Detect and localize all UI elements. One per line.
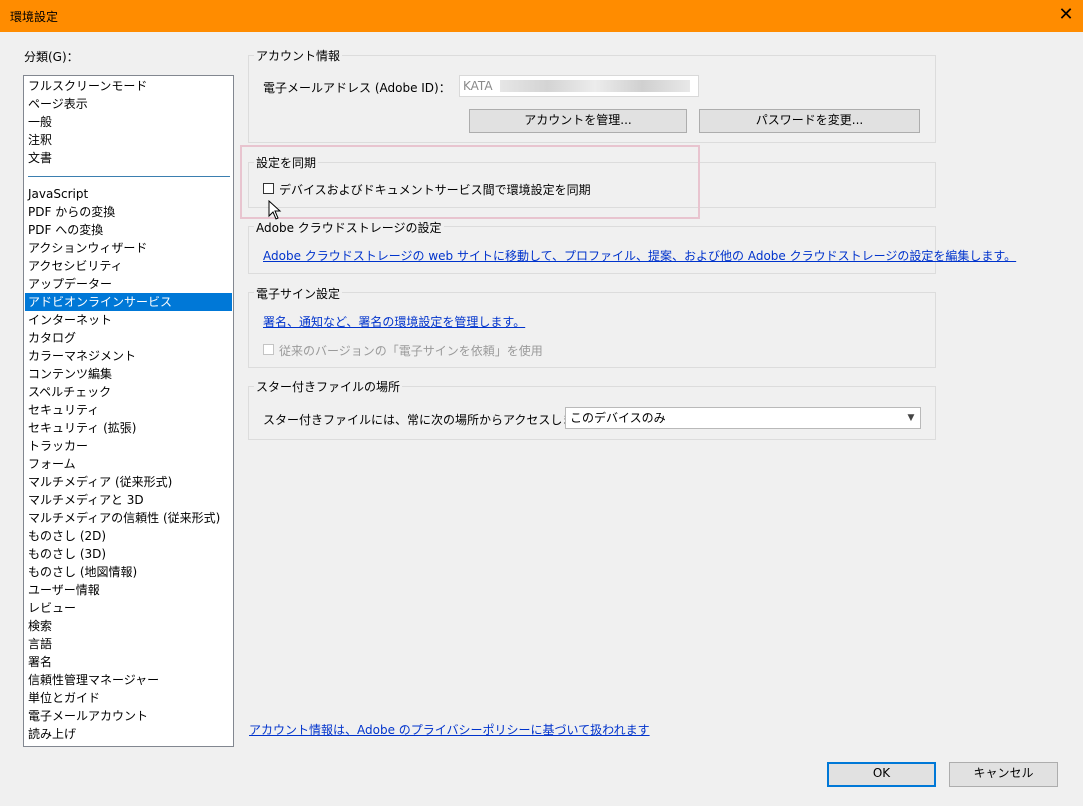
category-item[interactable]: ページ表示 [25, 95, 232, 113]
categories-separator [28, 176, 230, 177]
chevron-down-icon[interactable]: ▼ [902, 408, 920, 428]
category-item[interactable]: 検索 [25, 617, 232, 635]
category-item[interactable]: ものさし (2D) [25, 527, 232, 545]
category-item[interactable]: アドビオンラインサービス [25, 293, 232, 311]
category-item[interactable]: セキュリティ (拡張) [25, 419, 232, 437]
category-item[interactable]: インターネット [25, 311, 232, 329]
category-item[interactable]: PDF への変換 [25, 221, 232, 239]
category-item[interactable]: アップデーター [25, 275, 232, 293]
category-item[interactable]: コンテンツ編集 [25, 365, 232, 383]
category-item[interactable]: PDF からの変換 [25, 203, 232, 221]
esign-settings-link[interactable]: 署名、通知など、署名の環境設定を管理します。 [263, 313, 525, 330]
category-item[interactable]: カタログ [25, 329, 232, 347]
cancel-button[interactable]: キャンセル [949, 762, 1058, 787]
category-item[interactable]: 文書 [25, 149, 232, 167]
category-item[interactable]: アクセシビリティ [25, 257, 232, 275]
legacy-esign-checkbox [263, 344, 274, 355]
email-field: KATA [459, 75, 699, 97]
starred-location-select[interactable]: このデバイスのみ ▼ [565, 407, 921, 429]
category-item[interactable]: ものさし (3D) [25, 545, 232, 563]
category-item[interactable]: 署名 [25, 653, 232, 671]
category-item[interactable]: マルチメディア (従来形式) [25, 473, 232, 491]
cloud-settings-link[interactable]: Adobe クラウドストレージの web サイトに移動して、プロファイル、提案、… [263, 247, 1016, 264]
close-icon[interactable]: ✕ [1049, 0, 1083, 32]
categories-list[interactable]: フルスクリーンモード ページ表示 一般 注釈 文書 JavaScript PDF からの変換… [23, 75, 234, 747]
category-item[interactable]: レビュー [25, 599, 232, 617]
category-item[interactable]: カラーマネジメント [25, 347, 232, 365]
category-item[interactable]: ものさし (地図情報) [25, 563, 232, 581]
category-item[interactable]: 信頼性管理マネージャー [25, 671, 232, 689]
change-password-button[interactable]: パスワードを変更... [699, 109, 920, 133]
email-label: 電子メールアドレス (Adobe ID)： [263, 81, 451, 95]
starred-group-title: スター付きファイルの場所 [254, 378, 403, 395]
category-item[interactable]: 単位とガイド [25, 689, 232, 707]
highlight-box [240, 145, 700, 219]
category-item[interactable]: フォーム [25, 455, 232, 473]
starred-location-label: スター付きファイルには、常に次の場所からアクセスします... [263, 413, 598, 427]
category-item[interactable]: 言語 [25, 635, 232, 653]
category-item[interactable]: マルチメディアの信頼性 (従来形式) [25, 509, 232, 527]
category-item[interactable]: 電子メールアカウント [25, 707, 232, 725]
window-title: 環境設定 [10, 10, 59, 24]
ok-button[interactable]: OK [827, 762, 936, 787]
category-item[interactable]: 一般 [25, 113, 232, 131]
category-item[interactable]: 読み上げ [25, 725, 232, 743]
category-item[interactable]: ユーザー情報 [25, 581, 232, 599]
email-value: KATA [463, 79, 493, 93]
categories-label: 分類(G)： [24, 50, 79, 64]
mouse-cursor-icon [268, 200, 282, 220]
starred-location-value: このデバイスのみ [570, 411, 666, 425]
category-item[interactable]: 注釈 [25, 131, 232, 149]
redacted-email [500, 80, 690, 92]
esign-group-title: 電子サイン設定 [254, 285, 343, 302]
category-item[interactable]: アクションウィザード [25, 239, 232, 257]
privacy-policy-link[interactable]: アカウント情報は、Adobe のプライバシーポリシーに基づいて扱われます [249, 721, 650, 738]
manage-account-button[interactable]: アカウントを管理... [469, 109, 687, 133]
account-group-title: アカウント情報 [254, 47, 343, 64]
category-item[interactable]: セキュリティ [25, 401, 232, 419]
cloud-group-title: Adobe クラウドストレージの設定 [254, 219, 444, 236]
category-item[interactable]: JavaScript [25, 185, 232, 203]
legacy-esign-label: 従来のバージョンの「電子サインを依頼」を使用 [279, 344, 543, 358]
category-item[interactable]: トラッカー [25, 437, 232, 455]
title-bar: 環境設定 ✕ [0, 0, 1083, 32]
category-item[interactable]: マルチメディアと 3D [25, 491, 232, 509]
category-item[interactable]: フルスクリーンモード [25, 77, 232, 95]
category-item[interactable]: スペルチェック [25, 383, 232, 401]
